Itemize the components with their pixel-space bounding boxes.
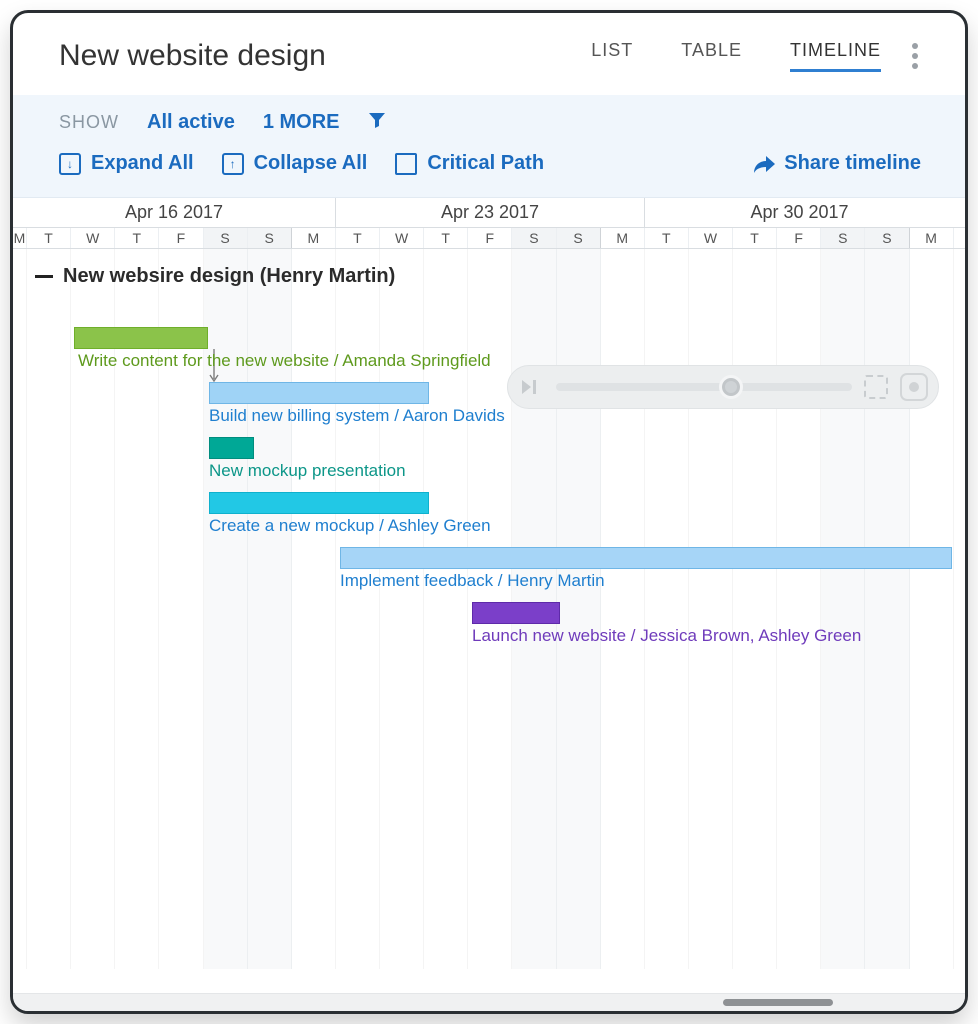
day-header: S [865, 228, 909, 248]
gantt-row: Create a new mockup / Ashley Green [13, 492, 965, 547]
gantt-row: New mockup presentation [13, 437, 965, 492]
task-bar[interactable] [472, 602, 560, 624]
share-icon [752, 155, 774, 173]
task-label[interactable]: New mockup presentation [209, 461, 406, 481]
day-header: W [380, 228, 424, 248]
collapse-group-icon[interactable] [35, 275, 53, 278]
day-header: W [689, 228, 733, 248]
task-bar[interactable] [209, 492, 429, 514]
day-header: S [512, 228, 556, 248]
fit-screen-icon[interactable] [864, 375, 888, 399]
day-header: F [159, 228, 203, 248]
tab-table[interactable]: TABLE [681, 40, 742, 72]
record-icon[interactable] [900, 373, 928, 401]
timeline-playback [507, 365, 939, 409]
task-label[interactable]: Launch new website / Jessica Brown, Ashl… [472, 626, 861, 646]
day-header: T [424, 228, 468, 248]
view-tabs: LIST TABLE TIMELINE [591, 40, 881, 72]
share-timeline-button[interactable]: Share timeline [752, 152, 921, 175]
day-header: S [204, 228, 248, 248]
critical-path-toggle[interactable]: Critical Path [395, 152, 544, 175]
task-bar[interactable] [74, 327, 208, 349]
collapse-icon: ↑ [222, 153, 244, 175]
playback-slider[interactable] [556, 383, 852, 391]
expand-icon: ↓ [59, 153, 81, 175]
critical-path-label: Critical Path [427, 152, 544, 175]
task-label[interactable]: Implement feedback / Henry Martin [340, 571, 605, 591]
day-header: S [557, 228, 601, 248]
timeline-date-header: Apr 16 2017Apr 23 2017Apr 30 2017 MTWTFS… [13, 198, 965, 249]
playback-thumb[interactable] [719, 375, 743, 399]
gantt-row: Launch new website / Jessica Brown, Ashl… [13, 602, 965, 657]
day-header: S [248, 228, 292, 248]
week-header: Apr 30 2017 [645, 198, 954, 227]
play-icon[interactable] [518, 374, 544, 400]
show-label: SHOW [59, 112, 119, 133]
expand-all-button[interactable]: ↓ Expand All [59, 152, 194, 175]
task-label[interactable]: Create a new mockup / Ashley Green [209, 516, 491, 536]
day-header: M [292, 228, 336, 248]
day-header: F [777, 228, 821, 248]
filter-more[interactable]: 1 MORE [263, 111, 340, 134]
day-header: F [468, 228, 512, 248]
day-header: T [336, 228, 380, 248]
day-header: M [601, 228, 645, 248]
header: New website design LIST TABLE TIMELINE [13, 13, 965, 95]
task-label[interactable]: Build new billing system / Aaron Davids [209, 406, 505, 426]
gantt-row: Implement feedback / Henry Martin [13, 547, 965, 602]
more-menu-icon[interactable] [901, 43, 929, 69]
day-header: T [733, 228, 777, 248]
week-header: Apr 23 2017 [336, 198, 645, 227]
day-header: S [821, 228, 865, 248]
day-header: T [115, 228, 159, 248]
gantt-area[interactable]: New websire design (Henry Martin) Write … [13, 249, 965, 969]
filter-active[interactable]: All active [147, 111, 235, 134]
day-header: T [645, 228, 689, 248]
tab-timeline[interactable]: TIMELINE [790, 40, 881, 72]
app-window: New website design LIST TABLE TIMELINE S… [10, 10, 968, 1014]
day-header: T [27, 228, 71, 248]
day-header: M [13, 228, 27, 248]
day-header: M [910, 228, 954, 248]
expand-all-label: Expand All [91, 152, 194, 175]
collapse-all-button[interactable]: ↑ Collapse All [222, 152, 368, 175]
group-header[interactable]: New websire design (Henry Martin) [35, 265, 395, 288]
scrollbar-thumb[interactable] [723, 999, 833, 1006]
group-title-label: New websire design (Henry Martin) [63, 265, 395, 288]
share-timeline-label: Share timeline [784, 152, 921, 175]
horizontal-scrollbar[interactable] [13, 993, 965, 1011]
week-header: Apr 16 2017 [13, 198, 336, 227]
collapse-all-label: Collapse All [254, 152, 368, 175]
filter-icon[interactable] [368, 111, 386, 134]
task-bar[interactable] [340, 547, 952, 569]
checkbox-icon [395, 153, 417, 175]
tab-list[interactable]: LIST [591, 40, 633, 72]
toolbar: SHOW All active 1 MORE ↓ Expand All ↑ Co… [13, 95, 965, 198]
task-bar[interactable] [209, 437, 254, 459]
day-header: W [71, 228, 115, 248]
page-title: New website design [59, 39, 591, 73]
task-bar[interactable] [209, 382, 429, 404]
task-label[interactable]: Write content for the new website / Aman… [78, 351, 491, 371]
